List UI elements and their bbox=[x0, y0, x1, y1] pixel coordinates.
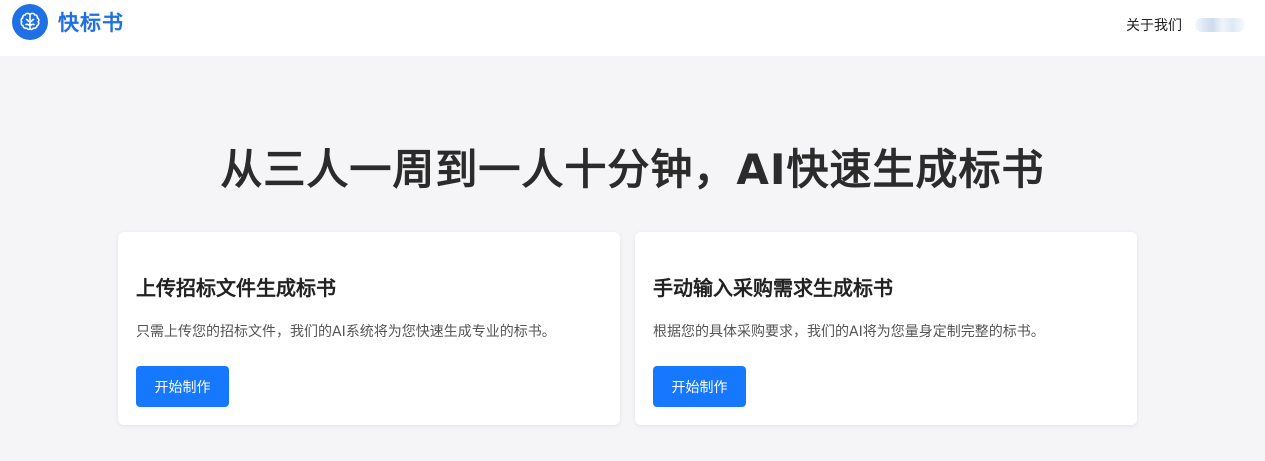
logo[interactable]: 快标书 bbox=[12, 3, 124, 41]
user-avatar[interactable] bbox=[1195, 18, 1245, 32]
card-description: 根据您的具体采购要求，我们的AI将为您量身定制完整的标书。 bbox=[653, 324, 1045, 340]
start-manual-button[interactable]: 开始制作 bbox=[653, 366, 746, 407]
page-title: 从三人一周到一人十分钟，AI快速生成标书 bbox=[220, 145, 1045, 194]
brain-icon bbox=[12, 4, 48, 40]
card-title: 上传招标文件生成标书 bbox=[136, 276, 336, 300]
logo-text: 快标书 bbox=[58, 11, 124, 35]
manual-input-card: 手动输入采购需求生成标书 根据您的具体采购要求，我们的AI将为您量身定制完整的标… bbox=[635, 232, 1137, 425]
upload-tender-card: 上传招标文件生成标书 只需上传您的招标文件，我们的AI系统将为您快速生成专业的标… bbox=[118, 232, 620, 425]
card-description: 只需上传您的招标文件，我们的AI系统将为您快速生成专业的标书。 bbox=[136, 324, 556, 340]
start-upload-button[interactable]: 开始制作 bbox=[136, 366, 229, 407]
about-us-link[interactable]: 关于我们 bbox=[1126, 15, 1182, 35]
card-title: 手动输入采购需求生成标书 bbox=[653, 276, 893, 300]
top-header: 快标书 关于我们 bbox=[0, 0, 1265, 56]
